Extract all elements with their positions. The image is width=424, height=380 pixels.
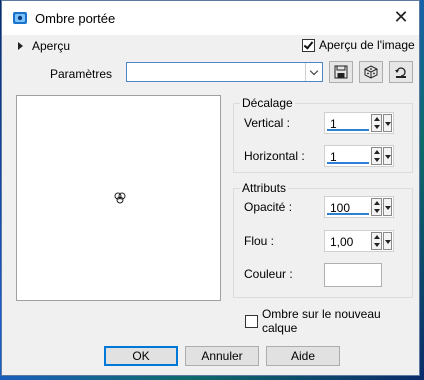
horizontal-slider-dropdown[interactable] <box>383 147 392 165</box>
window-title: Ombre portée <box>35 11 116 26</box>
arrow-down-icon <box>374 209 380 213</box>
expand-arrow-icon <box>18 42 23 50</box>
arrow-up-icon <box>374 150 380 154</box>
reset-icon <box>395 67 406 78</box>
close-icon: ✕ <box>393 6 409 27</box>
blur-label: Flou : <box>244 234 275 248</box>
offset-group-title: Décalage <box>240 96 295 110</box>
vertical-slider-dropdown[interactable] <box>383 114 392 132</box>
horizontal-label: Horizontal : <box>244 149 305 163</box>
presets-label: Paramètres <box>50 67 113 81</box>
preview-pane[interactable] <box>16 95 221 301</box>
preview-toggle-label: Aperçu <box>32 39 71 53</box>
image-preview-label: Aperçu de l'image <box>319 38 415 52</box>
vertical-slider-bar[interactable] <box>327 129 369 131</box>
horizontal-slider-bar[interactable] <box>327 162 369 164</box>
color-label: Couleur : <box>244 267 293 281</box>
shadow-color-swatch[interactable] <box>324 263 382 287</box>
blur-spinner[interactable]: 1,00 <box>324 230 394 252</box>
save-preset-button[interactable] <box>329 61 353 83</box>
arrow-up-icon <box>374 117 380 121</box>
close-button[interactable]: ✕ <box>387 4 415 30</box>
preview-toggle[interactable]: Aperçu <box>18 39 70 53</box>
cancel-button[interactable]: Annuler <box>185 346 259 366</box>
image-preview-option[interactable]: Aperçu de l'image <box>302 38 415 52</box>
horizontal-spinner[interactable]: 1 <box>324 145 394 167</box>
blur-slider-dropdown[interactable] <box>383 232 392 250</box>
ok-button-label: OK <box>132 349 150 363</box>
shadow-new-layer-checkbox[interactable] <box>245 314 258 328</box>
presets-dropdown-button[interactable] <box>305 63 322 81</box>
shadow-new-layer-option[interactable]: Ombre sur le nouveau calque <box>245 307 419 335</box>
arrow-down-icon <box>374 243 380 247</box>
cancel-button-label: Annuler <box>201 349 243 363</box>
blur-value: 1,00 <box>330 235 354 249</box>
image-preview-checkbox[interactable] <box>302 38 315 52</box>
opacity-spinner[interactable]: 100 <box>324 196 394 218</box>
chevron-down-icon <box>309 66 319 75</box>
vertical-spinner[interactable]: 1 <box>324 112 394 134</box>
opacity-step-arrows[interactable] <box>371 198 382 216</box>
presets-select[interactable] <box>126 62 323 82</box>
arrow-up-icon <box>374 235 380 239</box>
vertical-label: Vertical : <box>244 116 291 130</box>
ok-button[interactable]: OK <box>104 346 178 366</box>
help-button[interactable]: Aide <box>266 346 340 366</box>
arrow-up-icon <box>374 201 380 205</box>
attributes-group-title: Attributs <box>240 181 289 195</box>
app-icon <box>13 12 27 24</box>
reset-button[interactable] <box>389 61 413 83</box>
drop-shadow-dialog: Ombre portée ✕ Aperçu Aperçu de l'image … <box>1 0 420 376</box>
title-bar: Ombre portée ✕ <box>2 1 419 35</box>
help-button-label: Aide <box>290 349 316 363</box>
horizontal-step-arrows[interactable] <box>371 147 382 165</box>
blur-step-arrows[interactable] <box>371 232 382 250</box>
pan-cursor-icon <box>114 192 126 204</box>
vertical-step-arrows[interactable] <box>371 114 382 132</box>
save-icon <box>334 65 348 79</box>
arrow-down-icon <box>374 158 380 162</box>
random-button[interactable] <box>359 61 383 83</box>
dice-icon <box>364 65 378 79</box>
arrow-down-icon <box>374 125 380 129</box>
shadow-new-layer-label: Ombre sur le nouveau calque <box>261 307 381 335</box>
opacity-slider-bar[interactable] <box>327 213 369 215</box>
opacity-slider-dropdown[interactable] <box>383 198 392 216</box>
opacity-label: Opacité : <box>244 200 293 214</box>
